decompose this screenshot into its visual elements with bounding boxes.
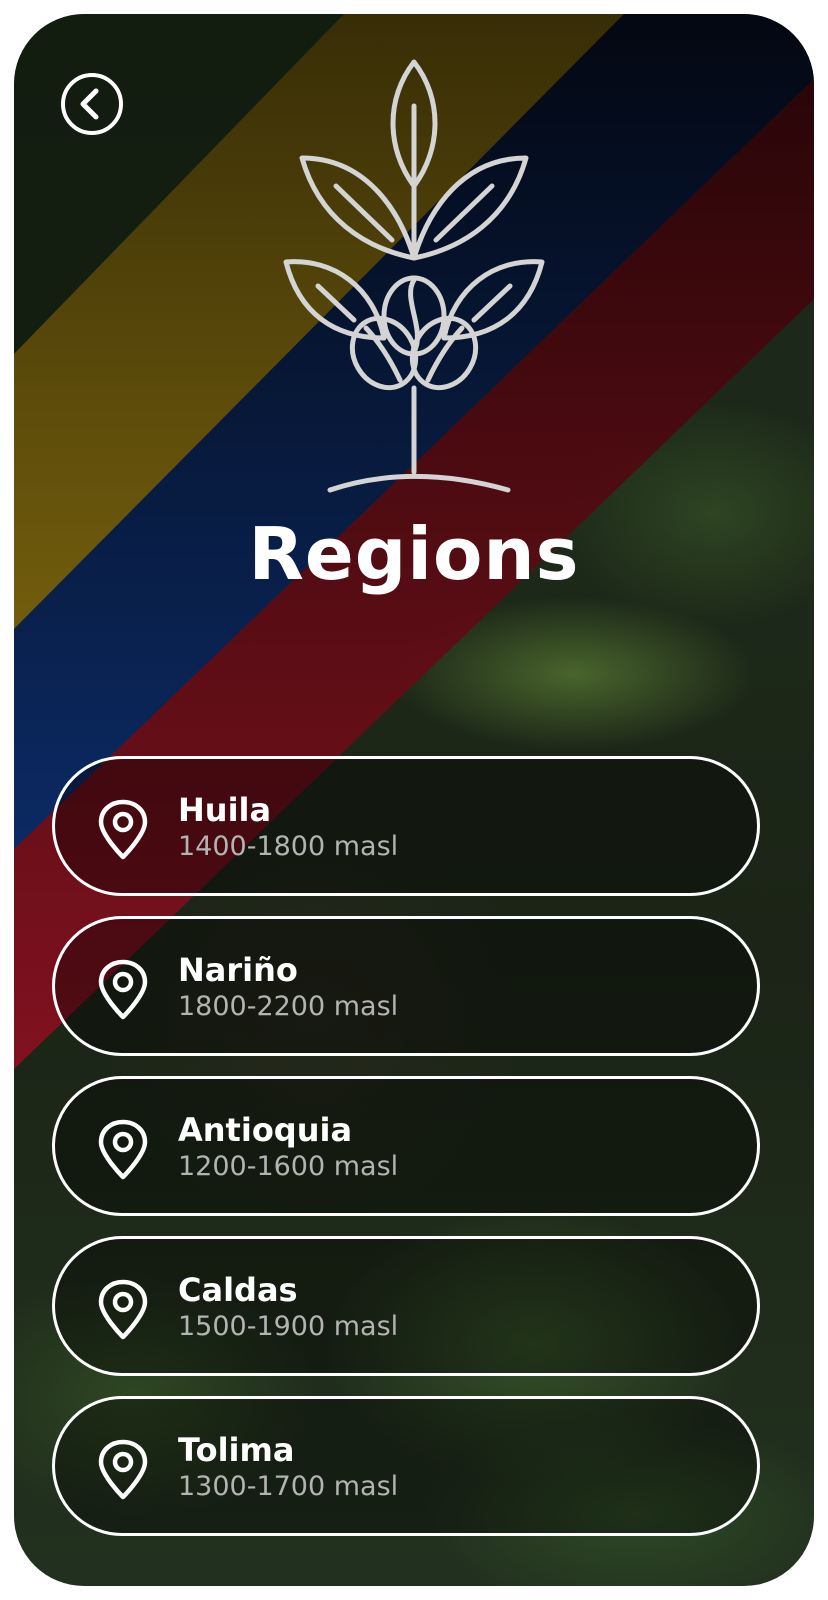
- region-card-antioquia[interactable]: Antioquia 1200-1600 masl: [52, 1076, 760, 1216]
- chevron-left-icon: [80, 88, 99, 120]
- region-altitude: 1300-1700 masl: [178, 1471, 399, 1502]
- region-card-caldas[interactable]: Caldas 1500-1900 masl: [52, 1236, 760, 1376]
- location-pin-icon: [98, 1279, 148, 1340]
- region-list: Huila 1400-1800 masl Nariño 1800-2200 ma…: [52, 756, 760, 1556]
- region-name: Tolima: [178, 1431, 295, 1469]
- location-pin-icon: [98, 1439, 148, 1500]
- page-title: Regions: [248, 512, 580, 596]
- coffee-plant-icon: [283, 59, 545, 493]
- region-altitude: 1200-1600 masl: [178, 1151, 399, 1182]
- back-button[interactable]: [60, 72, 124, 136]
- app-screen: Regions Huila 1400-1800 masl Nariño 1800…: [14, 14, 814, 1586]
- region-card-narino[interactable]: Nariño 1800-2200 masl: [52, 916, 760, 1056]
- region-altitude: 1400-1800 masl: [178, 831, 399, 862]
- region-name: Caldas: [178, 1271, 298, 1309]
- region-name: Antioquia: [178, 1111, 353, 1149]
- location-pin-icon: [98, 799, 148, 860]
- location-pin-icon: [98, 959, 148, 1020]
- region-altitude: 1800-2200 masl: [178, 991, 399, 1022]
- location-pin-icon: [98, 1119, 148, 1180]
- region-name: Nariño: [178, 951, 298, 989]
- region-name: Huila: [178, 791, 272, 829]
- region-card-huila[interactable]: Huila 1400-1800 masl: [52, 756, 760, 896]
- region-altitude: 1500-1900 masl: [178, 1311, 399, 1342]
- region-card-tolima[interactable]: Tolima 1300-1700 masl: [52, 1396, 760, 1536]
